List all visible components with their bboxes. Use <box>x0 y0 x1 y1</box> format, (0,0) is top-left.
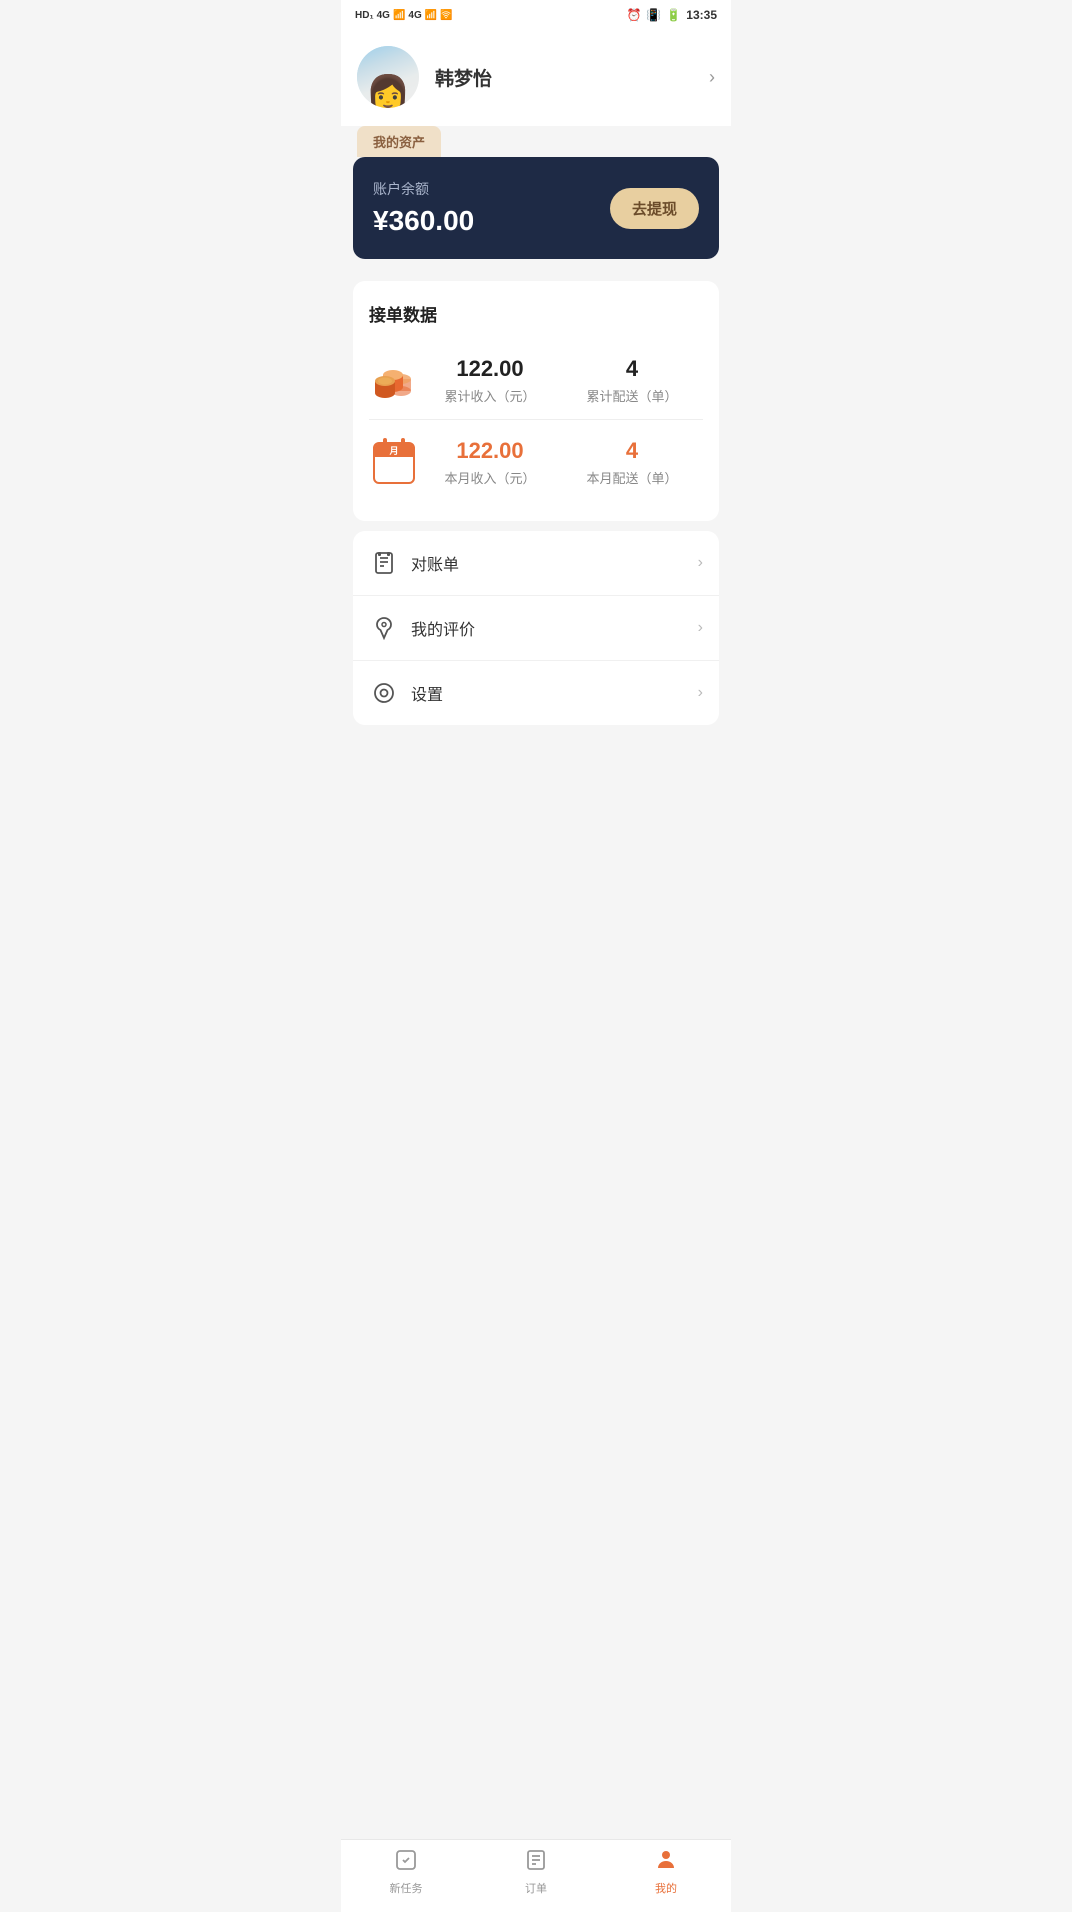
settings-chevron-icon: › <box>698 684 703 702</box>
review-chevron-icon: › <box>698 619 703 637</box>
bottom-nav: 新任务 订单 我的 <box>341 1839 731 1912</box>
monthly-income-value: 122.00 <box>444 438 535 464</box>
monthly-deliveries-value: 4 <box>586 438 677 464</box>
menu-card: 对账单 › 我的评价 › 设置 › <box>353 531 719 725</box>
network-label: HD₁ <box>355 10 374 21</box>
avatar-figure: 👩 <box>366 76 411 108</box>
monthly-income-item: 122.00 本月收入（元） <box>444 438 535 487</box>
nav-item-mine[interactable]: 我的 <box>601 1848 731 1896</box>
settings-icon <box>369 681 399 705</box>
withdraw-button[interactable]: 去提现 <box>610 188 699 229</box>
profile-name: 韩梦怡 <box>435 64 709 91</box>
status-left: HD₁ 4G 📶 4G 📶 🛜 <box>355 10 453 21</box>
orders-nav-label: 订单 <box>525 1880 547 1896</box>
cumulative-income-value: 122.00 <box>444 356 535 382</box>
orders-icon <box>524 1848 548 1876</box>
review-icon <box>369 616 399 640</box>
nav-item-new-task[interactable]: 新任务 <box>341 1848 471 1896</box>
monthly-data: 122.00 本月收入（元） 4 本月配送（单） <box>419 438 703 487</box>
mine-icon <box>654 1848 678 1876</box>
new-task-nav-label: 新任务 <box>390 1880 423 1896</box>
coins-icon <box>369 361 419 401</box>
settings-label: 设置 <box>411 681 698 705</box>
monthly-stats-row: 月 122.00 本月收入（元） 4 本月配送（单） <box>369 419 703 501</box>
statement-label: 对账单 <box>411 551 698 575</box>
assets-tab: 我的资产 <box>357 126 441 157</box>
nav-item-orders[interactable]: 订单 <box>471 1848 601 1896</box>
status-time: 13:35 <box>686 8 717 22</box>
alarm-icon: ⏰ <box>626 8 641 22</box>
profile-section[interactable]: 👩 韩梦怡 › <box>341 28 731 126</box>
calendar-icon: 月 <box>369 442 419 484</box>
cumulative-data: 122.00 累计收入（元） 4 累计配送（单） <box>419 356 703 405</box>
cumulative-income-item: 122.00 累计收入（元） <box>444 356 535 405</box>
assets-card: 账户余额 ¥360.00 去提现 <box>353 157 719 259</box>
signal-4g: 4G <box>377 10 390 21</box>
vibrate-icon: 📳 <box>646 8 661 22</box>
battery-icon: 🔋 <box>666 8 681 22</box>
cumulative-deliveries-label: 累计配送（单） <box>586 386 677 405</box>
cumulative-deliveries-value: 4 <box>586 356 677 382</box>
assets-info: 账户余额 ¥360.00 <box>373 179 474 237</box>
statement-icon <box>369 551 399 575</box>
cumulative-income-label: 累计收入（元） <box>444 386 535 405</box>
assets-balance-label: 账户余额 <box>373 179 474 199</box>
stats-card: 接单数据 <box>353 281 719 521</box>
menu-item-statement[interactable]: 对账单 › <box>353 531 719 596</box>
menu-item-review[interactable]: 我的评价 › <box>353 596 719 661</box>
monthly-deliveries-item: 4 本月配送（单） <box>586 438 677 487</box>
status-bar: HD₁ 4G 📶 4G 📶 🛜 ⏰ 📳 🔋 13:35 <box>341 0 731 28</box>
stats-title: 接单数据 <box>369 301 703 326</box>
assets-wrapper: 我的资产 账户余额 ¥360.00 去提现 <box>341 126 731 271</box>
profile-chevron-icon: › <box>709 67 715 88</box>
cumulative-stats-row: 122.00 累计收入（元） 4 累计配送（单） <box>369 346 703 419</box>
menu-item-settings[interactable]: 设置 › <box>353 661 719 725</box>
review-label: 我的评价 <box>411 616 698 640</box>
mine-nav-label: 我的 <box>655 1880 677 1896</box>
new-task-icon <box>394 1848 418 1876</box>
cumulative-deliveries-item: 4 累计配送（单） <box>586 356 677 405</box>
signal-4g2: 4G <box>408 10 421 21</box>
monthly-income-label: 本月收入（元） <box>444 468 535 487</box>
status-right: ⏰ 📳 🔋 13:35 <box>626 8 717 22</box>
statement-chevron-icon: › <box>698 554 703 572</box>
avatar: 👩 <box>357 46 419 108</box>
monthly-deliveries-label: 本月配送（单） <box>586 468 677 487</box>
assets-amount: ¥360.00 <box>373 205 474 237</box>
